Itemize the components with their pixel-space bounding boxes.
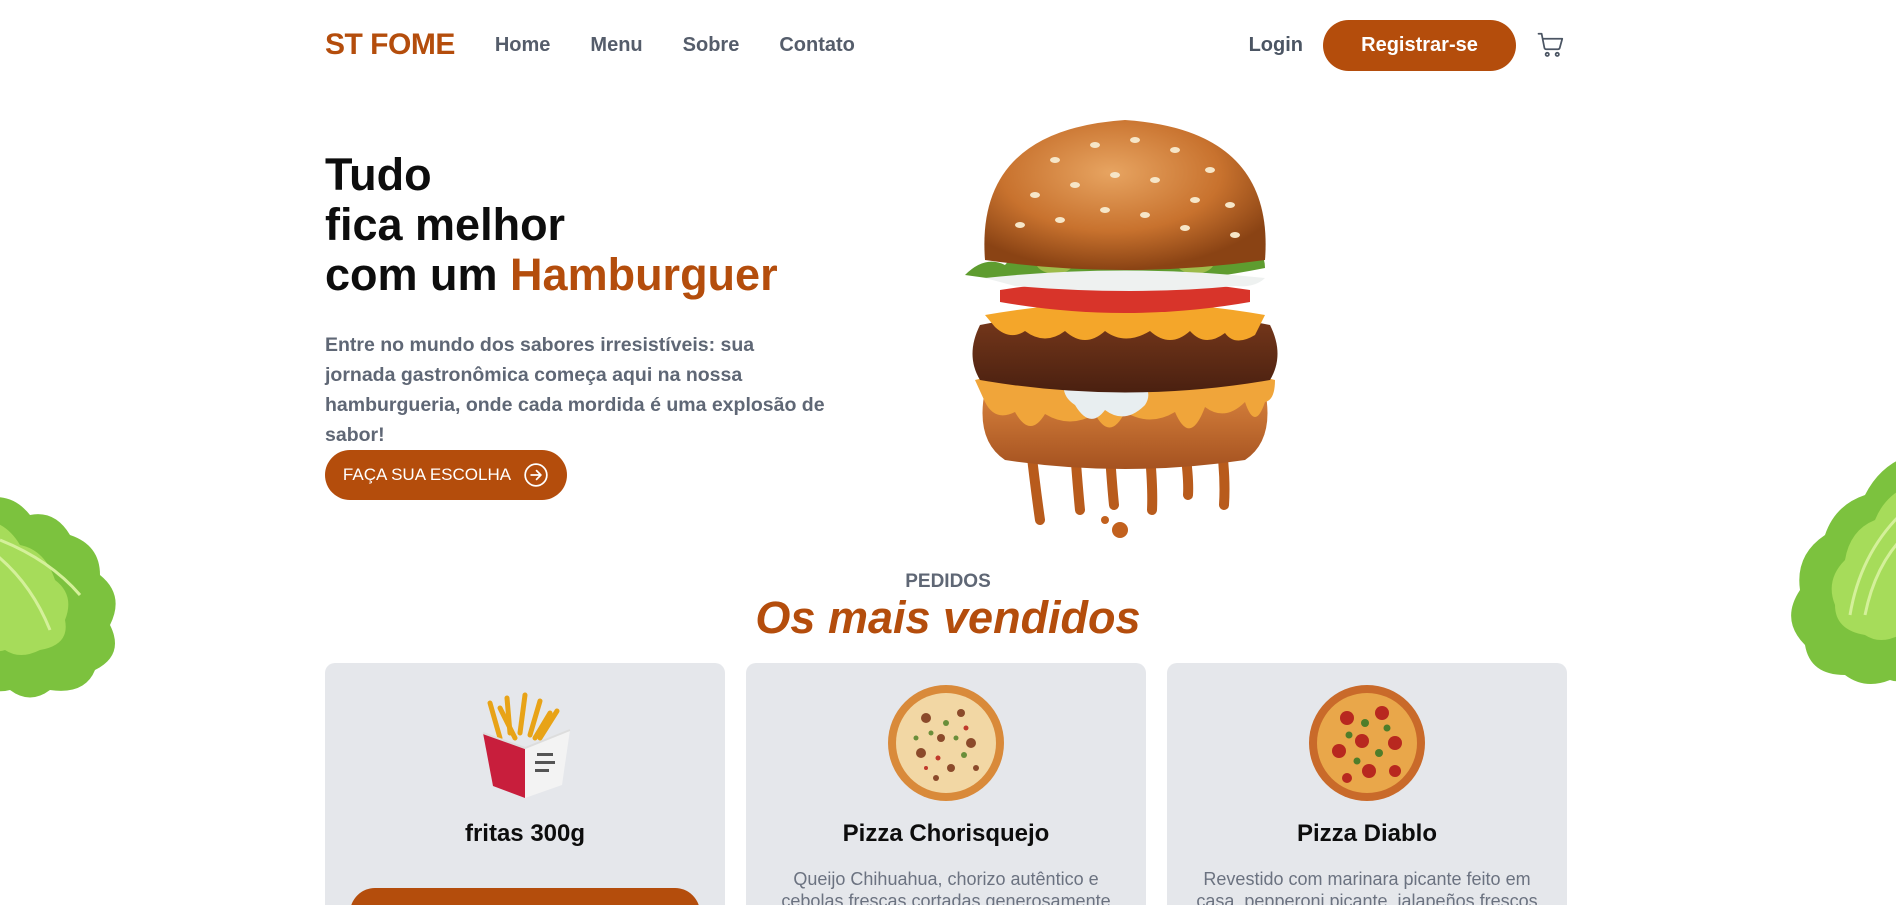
product-description: Revestido com marinara picante feito em … (1196, 869, 1538, 905)
main-nav: Home Menu Sobre Contato (495, 34, 855, 57)
register-button[interactable]: Registrar-se (1323, 19, 1516, 71)
choose-button[interactable]: FAÇA SUA ESCOLHA (325, 450, 567, 500)
product-title: fritas 300g (464, 820, 586, 847)
header-actions: Login Registrar-se (1249, 19, 1566, 71)
burger-image (965, 120, 1278, 538)
nav-contato[interactable]: Contato (779, 34, 855, 57)
product-card-diablo[interactable]: Pizza Diablo Revestido com marinara pica… (1167, 663, 1567, 905)
lettuce-right-image (1791, 461, 1896, 684)
product-action-button[interactable] (350, 888, 700, 905)
nav-menu[interactable]: Menu (590, 34, 642, 57)
section-kicker: PEDIDOS (905, 571, 991, 592)
hero-title-line2: fica melhor (325, 199, 566, 250)
brand-logo[interactable]: ST FOME (325, 28, 455, 62)
nav-sobre[interactable]: Sobre (683, 34, 740, 57)
site-header: ST FOME Home Menu Sobre Contato Login Re… (325, 18, 1566, 72)
hero-title-line3: com um (325, 249, 511, 300)
bestsellers-list: fritas 300g Pizza Chorisquejo Queijo Chi… (325, 663, 1567, 905)
product-card-chorisquejo[interactable]: Pizza Chorisquejo Queijo Chihuahua, chor… (746, 663, 1146, 905)
pizza-diablo-image (1309, 685, 1425, 801)
product-title: Pizza Diablo (1296, 820, 1438, 847)
hero-description: Entre no mundo dos sabores irresistíveis… (325, 334, 825, 446)
pizza-chorisquejo-image (888, 685, 1004, 801)
nav-home[interactable]: Home (495, 34, 551, 57)
section-title: Os mais vendidos (755, 592, 1141, 643)
product-card-fritas[interactable]: fritas 300g (325, 663, 725, 905)
product-title: Pizza Chorisquejo (842, 820, 1050, 847)
fries-image (482, 692, 571, 798)
hero-title-line1: Tudo (325, 149, 432, 200)
login-link[interactable]: Login (1249, 34, 1303, 57)
arrow-right-circle-icon (524, 463, 548, 487)
hero-title: Tudo fica melhor com um Hamburguer (325, 150, 778, 300)
product-description: Queijo Chihuahua, chorizo autêntico e ce… (781, 869, 1111, 905)
hero-title-accent: Hamburguer (510, 249, 778, 300)
cart-icon[interactable] (1536, 30, 1566, 60)
choose-button-label: FAÇA SUA ESCOLHA (342, 465, 512, 484)
